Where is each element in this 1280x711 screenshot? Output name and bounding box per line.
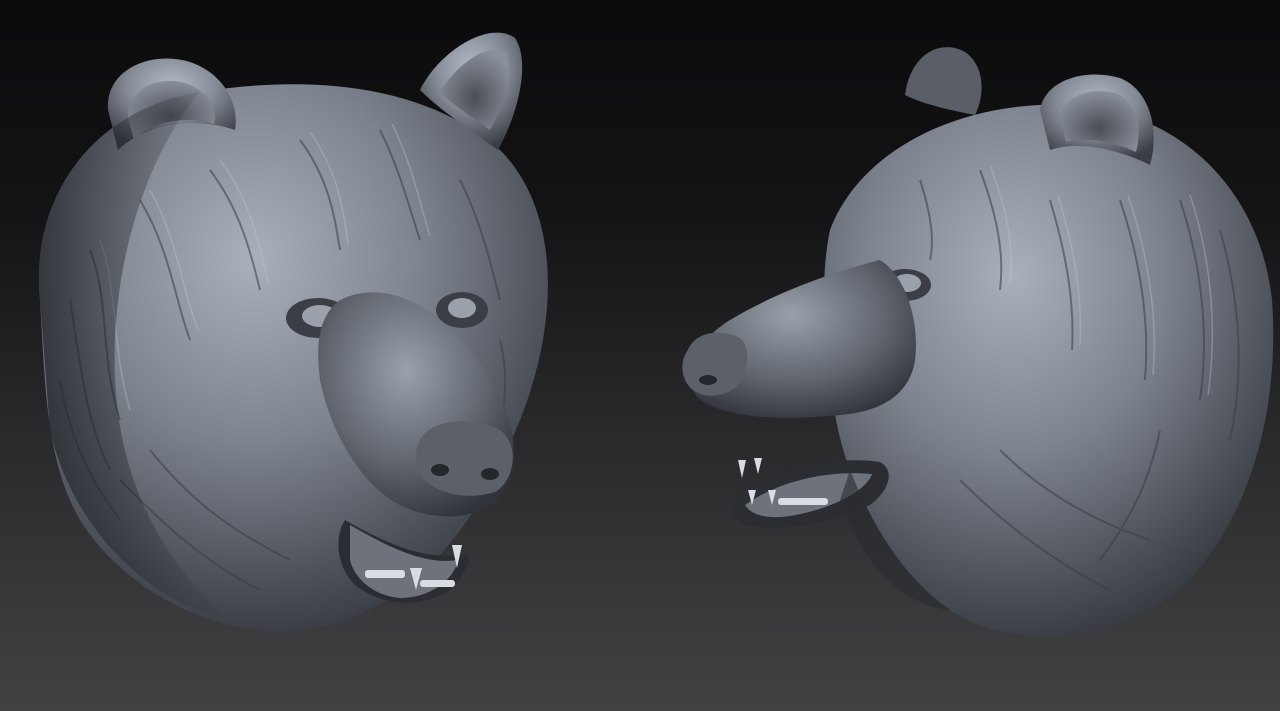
- sculpt-canvas: [38, 32, 1274, 637]
- bear-head-front[interactable]: [38, 32, 548, 632]
- bear-head-profile[interactable]: [682, 47, 1274, 637]
- sculpt-viewport[interactable]: [0, 0, 1280, 711]
